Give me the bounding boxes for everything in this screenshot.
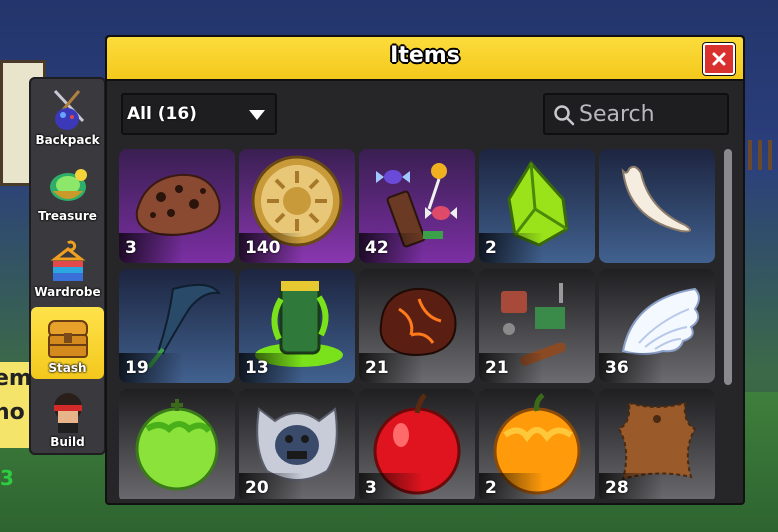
category-filter-dropdown[interactable]: All (16) [121,93,277,135]
item-slot[interactable]: 36 [599,269,715,383]
item-slot[interactable]: 3 [359,389,475,499]
item-count: 2 [479,473,543,499]
window-title: Items [390,43,460,68]
background-sign-line: no [0,400,25,425]
item-count: 21 [479,353,543,383]
search-box[interactable] [543,93,729,135]
nav-label: Wardrobe [34,285,101,299]
item-slot[interactable]: 21 [359,269,475,383]
search-icon [554,105,575,126]
items-scrollbar[interactable] [724,149,732,385]
background-green-text: 3 [0,466,14,490]
nav-treasure-button[interactable]: Treasure [31,155,104,227]
nav-label: Stash [48,361,87,375]
item-count: 28 [599,473,663,499]
fang-tooth-icon [621,165,692,233]
item-slot[interactable]: 19 [119,269,235,383]
backpack-icon [43,87,93,133]
nav-wardrobe-button[interactable]: Wardrobe [31,231,104,303]
item-count: 3 [119,233,183,263]
side-menu: Backpack Treasure Wardrobe Stash Build [29,77,106,455]
item-count: 2 [479,233,543,263]
item-count: 19 [119,353,183,383]
item-slot[interactable] [119,389,235,499]
wardrobe-icon [43,239,93,285]
filter-selected-value: All (16) [127,104,197,124]
nav-backpack-button[interactable]: Backpack [31,79,104,151]
item-count: 21 [359,353,423,383]
nav-label: Treasure [38,209,97,223]
item-count: 13 [239,353,303,383]
item-slot[interactable]: 2 [479,389,595,499]
nav-label: Backpack [35,133,100,147]
close-button[interactable] [703,43,735,75]
nav-label: Build [50,435,85,449]
item-slot[interactable]: 42 [359,149,475,263]
background-sign-line: em [0,366,30,391]
green-fruit-icon [135,399,219,491]
item-count: 140 [239,233,303,263]
chevron-down-icon [249,110,265,120]
build-avatar-icon [43,389,93,435]
item-count: 3 [359,473,423,499]
item-slot[interactable]: 13 [239,269,355,383]
search-input[interactable] [577,99,721,129]
item-count: 36 [599,353,663,383]
close-icon [712,52,726,66]
item-slot[interactable]: 140 [239,149,355,263]
item-slot[interactable]: 3 [119,149,235,263]
background-sign: em no [0,362,30,448]
window-titlebar: Items [107,37,743,81]
item-slot[interactable]: 28 [599,389,715,499]
stash-chest-icon [43,315,93,361]
item-slot[interactable]: 20 [239,389,355,499]
item-count: 20 [239,473,303,499]
nav-build-button[interactable]: Build [31,381,104,453]
item-slot[interactable]: 21 [479,269,595,383]
treasure-icon [43,163,93,209]
items-window: Items All (16) Search 3 140 42 2 19 13 2… [105,35,745,505]
item-slot[interactable]: 2 [479,149,595,263]
nav-stash-button[interactable]: Stash [31,307,104,379]
item-slot[interactable] [599,149,715,263]
items-grid: 3 140 42 2 19 13 21 21 36 20 3 2 28 [119,149,719,499]
items-grid-viewport: 3 140 42 2 19 13 21 21 36 20 3 2 28 [119,149,719,499]
item-count: 42 [359,233,423,263]
